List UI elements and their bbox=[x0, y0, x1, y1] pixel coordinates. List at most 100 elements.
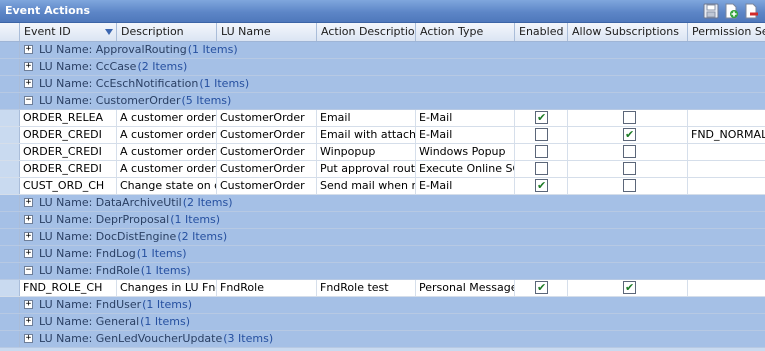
allow-subscriptions-checkbox[interactable] bbox=[623, 280, 636, 296]
cell-action-type[interactable]: Execute Online SQ bbox=[416, 161, 515, 177]
row-selector[interactable] bbox=[0, 331, 20, 347]
cell-lu-name[interactable]: FndRole bbox=[217, 280, 317, 296]
table-row[interactable]: ORDER_CREDI A customer order h CustomerOrd… bbox=[0, 144, 765, 161]
column-header-action-description[interactable]: Action Description bbox=[317, 23, 416, 41]
column-header-action-type[interactable]: Action Type bbox=[416, 23, 515, 41]
group-row[interactable]: + LU Name: GenLedVoucherUpdate(3 Items) bbox=[0, 331, 765, 348]
table-row[interactable]: CUST_ORD_CH Change state on cu CustomerOrd… bbox=[0, 178, 765, 195]
cell-event-id[interactable]: CUST_ORD_CH bbox=[20, 178, 117, 194]
cell-description[interactable]: A customer order h bbox=[117, 144, 217, 160]
group-row[interactable]: + LU Name: General(1 Items) bbox=[0, 314, 765, 331]
cell-lu-name[interactable]: CustomerOrder bbox=[217, 144, 317, 160]
cell-lu-name[interactable]: CustomerOrder bbox=[217, 161, 317, 177]
cell-permission-set[interactable]: FND_NORMAL bbox=[688, 127, 765, 143]
group-row[interactable]: + LU Name: DocDistEngine(2 Items) bbox=[0, 229, 765, 246]
cell-action-type[interactable]: E-Mail bbox=[416, 178, 515, 194]
cell-description[interactable]: A customer order h bbox=[117, 110, 217, 126]
row-selector[interactable] bbox=[0, 280, 20, 296]
cell-action-type[interactable]: Personal Message bbox=[416, 280, 515, 296]
cell-event-id[interactable]: ORDER_RELEA bbox=[20, 110, 117, 126]
cell-event-id[interactable]: ORDER_CREDI bbox=[20, 161, 117, 177]
allow-subscriptions-checkbox[interactable] bbox=[623, 179, 636, 192]
enabled-checkbox[interactable] bbox=[535, 280, 548, 296]
row-selector[interactable] bbox=[0, 246, 20, 262]
cell-action-description[interactable]: Email with attachm bbox=[317, 127, 416, 143]
cell-permission-set[interactable] bbox=[688, 110, 765, 126]
row-selector[interactable] bbox=[0, 59, 20, 75]
row-selector[interactable] bbox=[0, 314, 20, 330]
table-row[interactable]: ORDER_CREDI A customer order h CustomerOrd… bbox=[0, 127, 765, 144]
enabled-checkbox[interactable] bbox=[535, 162, 548, 175]
expand-icon[interactable]: + bbox=[24, 300, 33, 309]
column-header-allow-subscriptions[interactable]: Allow Subscriptions bbox=[568, 23, 688, 41]
group-header[interactable]: + LU Name: CcEschNotification(1 Items) bbox=[20, 76, 765, 92]
group-header[interactable]: + LU Name: DataArchiveUtil(2 Items) bbox=[20, 195, 765, 211]
row-selector[interactable] bbox=[0, 144, 20, 160]
cell-action-description[interactable]: Send mail when ro bbox=[317, 178, 416, 194]
cell-lu-name[interactable]: CustomerOrder bbox=[217, 178, 317, 194]
group-header[interactable]: + LU Name: CcCase(2 Items) bbox=[20, 59, 765, 75]
collapse-icon[interactable]: − bbox=[24, 266, 33, 275]
table-row[interactable]: ORDER_CREDI A customer order h CustomerOrd… bbox=[0, 161, 765, 178]
group-row[interactable]: + LU Name: CcEschNotification(1 Items) bbox=[0, 76, 765, 93]
cell-description[interactable]: A customer order h bbox=[117, 127, 217, 143]
row-selector[interactable] bbox=[0, 195, 20, 211]
allow-subscriptions-checkbox[interactable] bbox=[623, 111, 636, 124]
row-selector[interactable] bbox=[0, 76, 20, 92]
group-row[interactable]: + LU Name: DeprProposal(1 Items) bbox=[0, 212, 765, 229]
group-header[interactable]: + LU Name: GenLedVoucherUpdate(3 Items) bbox=[20, 331, 765, 347]
cell-lu-name[interactable]: CustomerOrder bbox=[217, 127, 317, 143]
cell-permission-set[interactable] bbox=[688, 178, 765, 194]
row-selector[interactable] bbox=[0, 263, 20, 279]
group-header[interactable]: + LU Name: ApprovalRouting(1 Items) bbox=[20, 42, 765, 58]
expand-icon[interactable]: + bbox=[24, 232, 33, 241]
cell-permission-set[interactable] bbox=[688, 144, 765, 160]
row-selector[interactable] bbox=[0, 127, 20, 143]
row-selector[interactable] bbox=[0, 229, 20, 245]
table-row[interactable]: ORDER_RELEA A customer order h CustomerOrd… bbox=[0, 110, 765, 127]
expand-icon[interactable]: + bbox=[24, 249, 33, 258]
group-header[interactable]: + LU Name: DocDistEngine(2 Items) bbox=[20, 229, 765, 245]
cell-event-id[interactable]: FND_ROLE_CH bbox=[20, 280, 117, 296]
expand-icon[interactable]: + bbox=[24, 45, 33, 54]
column-header-lu-name[interactable]: LU Name bbox=[217, 23, 317, 41]
group-row[interactable]: + LU Name: DataArchiveUtil(2 Items) bbox=[0, 195, 765, 212]
group-row[interactable]: − LU Name: FndRole(1 Items) bbox=[0, 263, 765, 280]
expand-icon[interactable]: + bbox=[24, 198, 33, 207]
group-header[interactable]: + LU Name: General(1 Items) bbox=[20, 314, 765, 330]
group-row[interactable]: + LU Name: CcCase(2 Items) bbox=[0, 59, 765, 76]
expand-icon[interactable]: + bbox=[24, 79, 33, 88]
enabled-checkbox[interactable] bbox=[535, 128, 548, 141]
row-selector[interactable] bbox=[0, 178, 20, 194]
expand-icon[interactable]: + bbox=[24, 215, 33, 224]
group-row[interactable]: + LU Name: FndLog(1 Items) bbox=[0, 246, 765, 263]
group-header[interactable]: + LU Name: FndUser(1 Items) bbox=[20, 297, 765, 313]
cell-action-description[interactable]: Winpopup bbox=[317, 144, 416, 160]
delete-icon[interactable] bbox=[743, 2, 759, 19]
column-header-event-id[interactable]: Event ID bbox=[20, 23, 117, 41]
cell-permission-set[interactable] bbox=[688, 161, 765, 177]
cell-description[interactable]: A customer order h bbox=[117, 161, 217, 177]
allow-subscriptions-checkbox[interactable] bbox=[623, 145, 636, 158]
enabled-checkbox[interactable] bbox=[535, 178, 548, 194]
cell-action-description[interactable]: Put approval route bbox=[317, 161, 416, 177]
row-selector[interactable] bbox=[0, 212, 20, 228]
enabled-checkbox[interactable] bbox=[535, 110, 548, 126]
cell-description[interactable]: Change state on cu bbox=[117, 178, 217, 194]
cell-action-type[interactable]: E-Mail bbox=[416, 110, 515, 126]
column-header-description[interactable]: Description bbox=[117, 23, 217, 41]
cell-description[interactable]: Changes in LU Fnd bbox=[117, 280, 217, 296]
expand-icon[interactable]: + bbox=[24, 317, 33, 326]
cell-action-type[interactable]: E-Mail bbox=[416, 127, 515, 143]
row-selector[interactable] bbox=[0, 161, 20, 177]
group-row[interactable]: + LU Name: FndUser(1 Items) bbox=[0, 297, 765, 314]
group-header[interactable]: + LU Name: DeprProposal(1 Items) bbox=[20, 212, 765, 228]
expand-icon[interactable]: + bbox=[24, 62, 33, 71]
row-selector[interactable] bbox=[0, 42, 20, 58]
allow-subscriptions-checkbox[interactable] bbox=[623, 162, 636, 175]
allow-subscriptions-checkbox[interactable] bbox=[623, 127, 636, 143]
new-icon[interactable] bbox=[723, 2, 739, 19]
group-row[interactable]: + LU Name: ApprovalRouting(1 Items) bbox=[0, 42, 765, 59]
column-header-permission-set[interactable]: Permission Set bbox=[688, 23, 765, 41]
save-icon[interactable] bbox=[703, 2, 719, 19]
